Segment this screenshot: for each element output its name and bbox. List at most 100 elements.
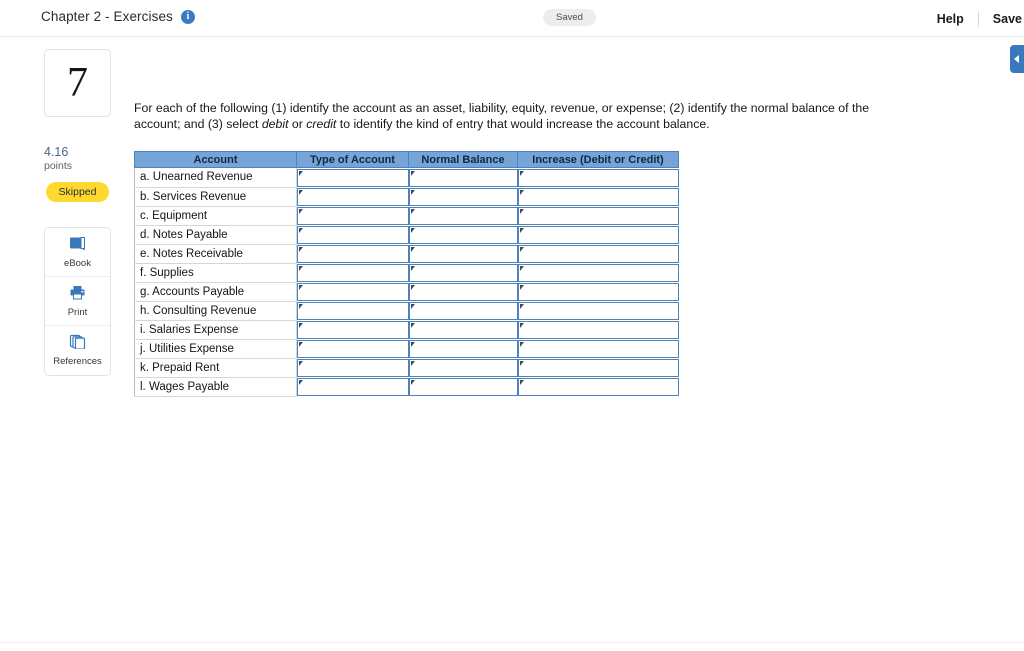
instructions-or: or [288,117,307,131]
cell-normal-balance [408,282,518,301]
cell-increase-dropdown[interactable] [517,378,679,396]
cell-normal-balance-dropdown[interactable] [408,302,518,320]
cell-increase-dropdown[interactable] [517,321,679,339]
cell-increase-dropdown[interactable] [517,169,679,187]
cell-increase [517,263,679,282]
table-row: c. Equipment [134,205,679,226]
page-title: Chapter 2 - Exercises [41,9,173,24]
cell-type-of-account [296,301,409,320]
cell-normal-balance-dropdown[interactable] [408,359,518,377]
cell-account: d. Notes Payable [134,224,297,245]
cell-account: e. Notes Receivable [134,243,297,264]
instructions-credit: credit [306,117,337,131]
cell-normal-balance-dropdown[interactable] [408,169,518,187]
column-header-increase: Increase (Debit or Credit) [517,151,679,168]
cell-normal-balance [408,377,518,396]
cell-type-of-account [296,339,409,358]
cell-type-of-account-dropdown[interactable] [297,207,409,225]
table-row: g. Accounts Payable [134,281,679,302]
header-actions: Help Save [923,10,1024,28]
cell-type-of-account-dropdown[interactable] [297,188,409,206]
question-sidebar: 7 4.16 points Skipped eBook Print Refere… [0,37,130,651]
help-button[interactable]: Help [923,10,978,28]
cell-type-of-account-dropdown[interactable] [297,321,409,339]
sidebar-item-references[interactable]: References [45,326,110,375]
table-row: j. Utilities Expense [134,338,679,359]
cell-increase [517,206,679,225]
cell-increase-dropdown[interactable] [517,188,679,206]
cell-normal-balance [408,244,518,263]
references-icon [69,334,86,354]
column-header-type: Type of Account [296,151,409,168]
info-icon[interactable]: i [180,9,195,24]
cell-increase [517,320,679,339]
sidebar-item-ebook[interactable]: eBook [45,228,110,277]
cell-account: j. Utilities Expense [134,338,297,359]
cell-increase-dropdown[interactable] [517,245,679,263]
cell-account: h. Consulting Revenue [134,300,297,321]
cell-type-of-account [296,263,409,282]
cell-increase [517,339,679,358]
cell-normal-balance [408,339,518,358]
cell-type-of-account [296,167,409,187]
sidebar-item-print[interactable]: Print [45,277,110,326]
cell-type-of-account-dropdown[interactable] [297,264,409,282]
cell-normal-balance-dropdown[interactable] [408,264,518,282]
cell-type-of-account-dropdown[interactable] [297,378,409,396]
cell-increase-dropdown[interactable] [517,283,679,301]
sidebar-item-label: Print [67,306,88,318]
table-row: h. Consulting Revenue [134,300,679,321]
cell-increase [517,187,679,206]
cell-increase-dropdown[interactable] [517,302,679,320]
cell-increase-dropdown[interactable] [517,226,679,244]
cell-type-of-account-dropdown[interactable] [297,226,409,244]
cell-normal-balance-dropdown[interactable] [408,188,518,206]
cell-type-of-account [296,244,409,263]
cell-type-of-account-dropdown[interactable] [297,359,409,377]
cell-normal-balance-dropdown[interactable] [408,378,518,396]
cell-type-of-account-dropdown[interactable] [297,245,409,263]
cell-increase [517,358,679,377]
table-body: a. Unearned Revenue b. Services Revenue c.… [134,167,679,397]
cell-normal-balance-dropdown[interactable] [408,226,518,244]
answer-table: Account Type of Account Normal Balance I… [134,151,679,397]
cell-normal-balance-dropdown[interactable] [408,321,518,339]
book-icon [69,236,86,256]
cell-increase-dropdown[interactable] [517,207,679,225]
cell-normal-balance [408,206,518,225]
cell-normal-balance-dropdown[interactable] [408,207,518,225]
table-row: f. Supplies [134,262,679,283]
cell-increase [517,225,679,244]
cell-normal-balance-dropdown[interactable] [408,340,518,358]
cell-type-of-account-dropdown[interactable] [297,283,409,301]
cell-account: a. Unearned Revenue [134,167,297,188]
instructions-debit: debit [261,117,289,131]
cell-increase-dropdown[interactable] [517,359,679,377]
question-number-card: 7 [44,49,111,117]
cell-increase [517,301,679,320]
status-badge-skipped[interactable]: Skipped [46,182,109,202]
cell-normal-balance [408,263,518,282]
table-row: l. Wages Payable [134,376,679,397]
cell-account: l. Wages Payable [134,376,297,397]
cell-type-of-account [296,377,409,396]
cell-type-of-account-dropdown[interactable] [297,302,409,320]
main-content: For each of the following (1) identify t… [130,37,1024,651]
cell-increase-dropdown[interactable] [517,264,679,282]
cell-increase-dropdown[interactable] [517,340,679,358]
cell-normal-balance [408,225,518,244]
save-button[interactable]: Save [979,10,1024,28]
table-row: k. Prepaid Rent [134,357,679,378]
table-row: e. Notes Receivable [134,243,679,264]
header-title-group: Chapter 2 - Exercises i [41,9,195,24]
cell-type-of-account-dropdown[interactable] [297,169,409,187]
cell-type-of-account-dropdown[interactable] [297,340,409,358]
cell-normal-balance-dropdown[interactable] [408,245,518,263]
cell-normal-balance [408,301,518,320]
table-row: i. Salaries Expense [134,319,679,340]
cell-normal-balance-dropdown[interactable] [408,283,518,301]
cell-account: c. Equipment [134,205,297,226]
cell-account: i. Salaries Expense [134,319,297,340]
cell-increase [517,244,679,263]
cell-type-of-account [296,206,409,225]
